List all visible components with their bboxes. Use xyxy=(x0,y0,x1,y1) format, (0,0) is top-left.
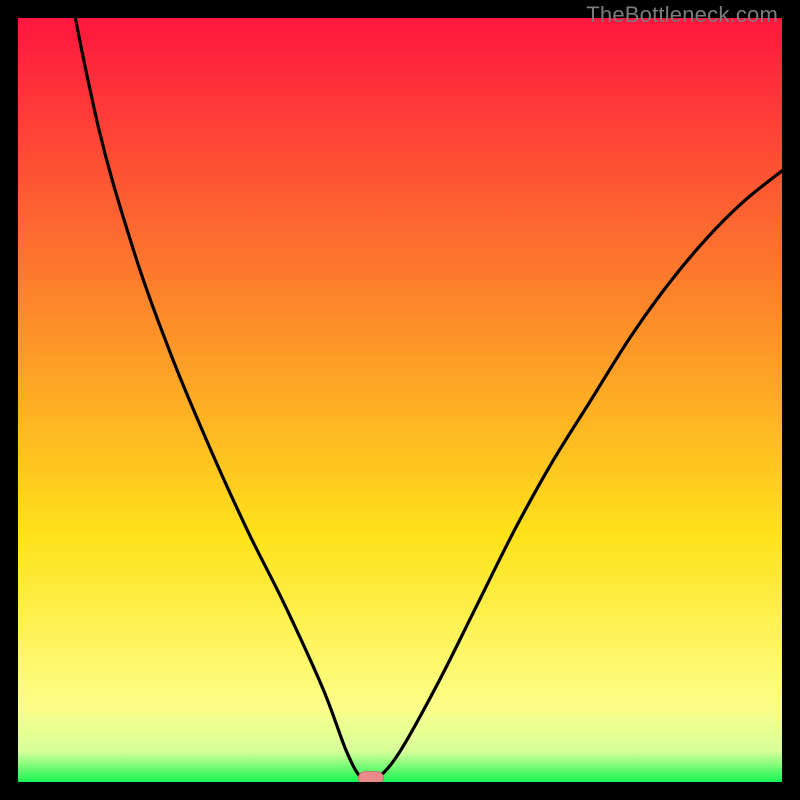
gradient-background xyxy=(18,18,782,782)
minimum-marker xyxy=(358,772,383,782)
chart-frame xyxy=(18,18,782,782)
bottleneck-chart xyxy=(18,18,782,782)
watermark-text: TheBottleneck.com xyxy=(586,2,778,28)
